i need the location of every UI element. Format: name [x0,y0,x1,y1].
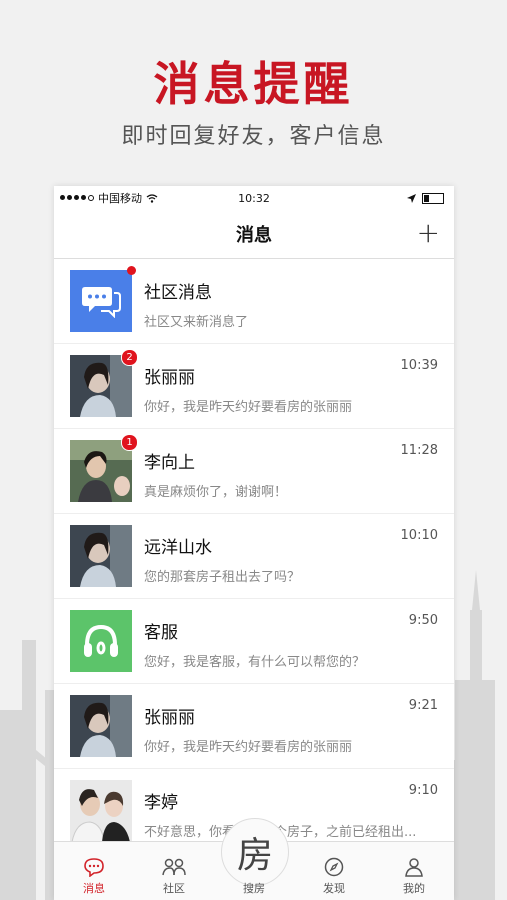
status-bar: 中国移动 10:32 [54,186,454,210]
contact-name: 社区消息 [144,283,212,303]
compass-icon [324,857,344,877]
tab-discover[interactable]: 发现 [294,842,374,900]
contact-name: 客服 [144,623,178,643]
tab-label-search: 搜房 [243,882,265,895]
message-list: 社区消息 社区又来新消息了 2 张丽丽 你好，我是昨天约好要看房的张丽丽 10:… [54,259,454,854]
list-item[interactable]: 2 张丽丽 你好，我是昨天约好要看房的张丽丽 10:39 [54,344,454,429]
message-preview: 您的那套房子租出去了吗？ [144,570,301,585]
contact-name: 李向上 [144,453,195,473]
unread-badge: 2 [121,349,138,366]
tab-label: 发现 [323,882,345,895]
avatar [70,266,136,332]
tab-community[interactable]: 社区 [134,842,214,900]
contact-name: 远洋山水 [144,538,212,558]
tab-mine[interactable]: 我的 [374,842,454,900]
nav-bar: 消息 + [54,210,454,259]
list-item[interactable]: 1 李向上 真是麻烦你了，谢谢啊！ 11:28 [54,429,454,514]
tab-label: 社区 [163,882,185,895]
message-icon [84,858,104,877]
avatar-photo [70,440,132,502]
add-button[interactable]: + [417,216,440,249]
community-icon [162,858,186,876]
contact-name: 张丽丽 [144,708,195,728]
message-preview: 不好意思，你看上的那个房子，之前已经租出... [144,821,440,840]
message-time: 11:28 [400,443,438,458]
avatar: 1 [70,434,138,502]
list-item-community[interactable]: 社区消息 社区又来新消息了 [54,259,454,344]
unread-dot [127,266,136,275]
list-item[interactable]: 张丽丽 你好，我是昨天约好要看房的张丽丽 9:21 [54,684,454,769]
promo-headline: 消息提醒 [153,57,354,111]
avatar [70,780,132,842]
message-time: 9:10 [408,783,438,798]
phone-screen: 中国移动 10:32 消息 + 社区消息 社区又来新消息了 2 张丽丽 你好，我… [54,186,454,900]
tab-label: 消息 [83,882,105,895]
message-time: 9:50 [408,613,438,628]
contact-name: 李婷 [144,793,178,813]
list-item[interactable]: 远洋山水 您的那套房子租出去了吗？ 10:10 [54,514,454,599]
wifi-icon [146,193,158,203]
page-title: 消息 [236,225,272,246]
tab-label: 我的 [403,882,425,895]
message-preview: 社区又来新消息了 [144,315,249,330]
signal-icon [60,195,94,201]
avatar [70,695,132,757]
message-time: 10:10 [400,528,438,543]
message-time: 9:21 [408,698,438,713]
battery-icon [422,192,444,204]
message-preview: 你好，我是昨天约好要看房的张丽丽 [144,400,353,415]
carrier-label: 中国移动 [98,192,142,205]
message-preview: 您好，我是客服，有什么可以帮您的？ [144,655,366,670]
avatar [70,610,132,672]
user-icon [405,858,423,877]
avatar: 2 [70,349,138,417]
avatar-photo [70,525,132,587]
search-house-button[interactable]: 房 [221,818,289,886]
avatar-photo [70,695,132,757]
avatar [70,525,132,587]
list-item-customer-service[interactable]: 客服 您好，我是客服，有什么可以帮您的？ 9:50 [54,599,454,684]
promo-subline: 即时回复好友，客户信息 [121,124,386,149]
tab-messages[interactable]: 消息 [54,842,134,900]
message-time: 10:39 [400,358,438,373]
chat-bubbles-icon [82,287,121,318]
message-preview: 真是麻烦你了，谢谢啊！ [144,485,288,500]
message-preview: 你好，我是昨天约好要看房的张丽丽 [144,740,353,755]
avatar-photo [70,780,132,842]
unread-badge: 1 [121,434,138,451]
headset-icon [84,624,118,657]
location-icon [407,193,416,203]
contact-name: 张丽丽 [144,368,195,388]
avatar-photo [70,355,132,417]
